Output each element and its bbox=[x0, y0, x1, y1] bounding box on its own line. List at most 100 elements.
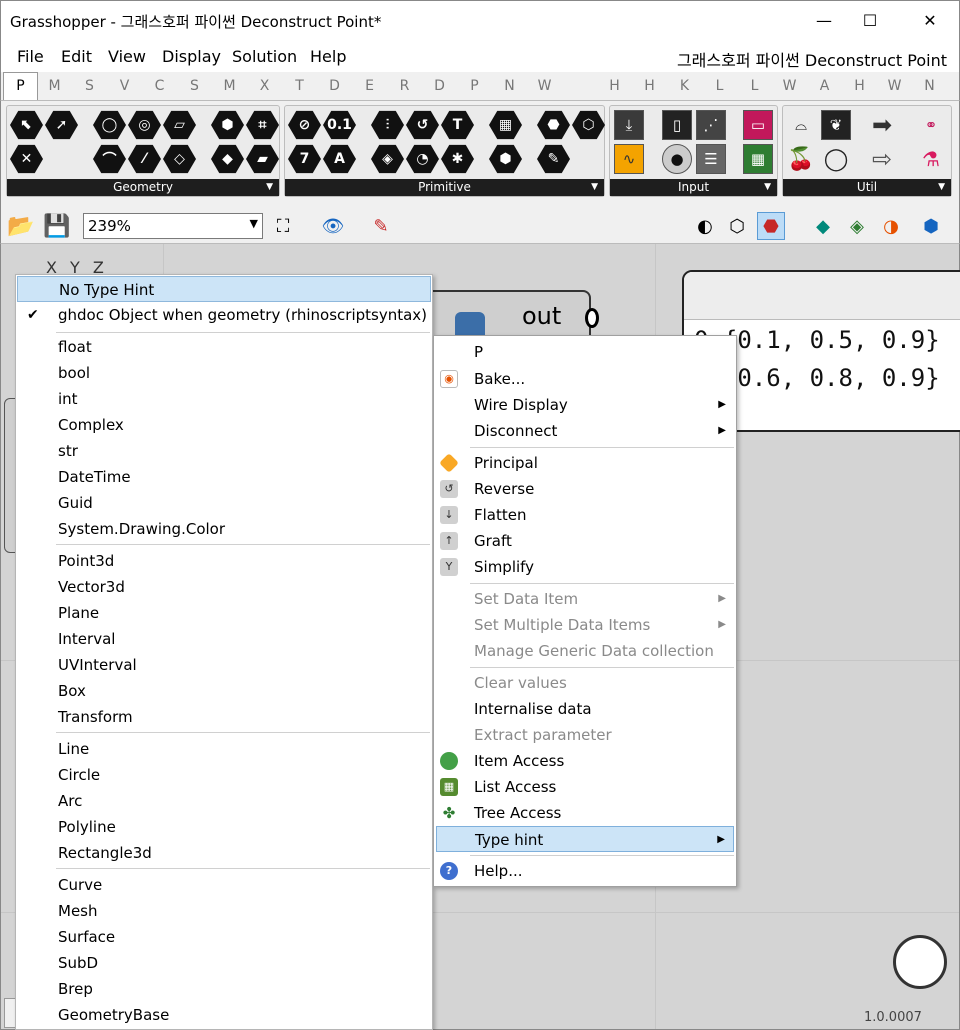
shader-icon[interactable]: ⬡ bbox=[572, 110, 605, 140]
type-hint-mesh[interactable]: Mesh bbox=[17, 898, 431, 924]
close-button[interactable]: ✕ bbox=[907, 1, 953, 39]
menu-item-item-access[interactable]: Item Access bbox=[436, 748, 734, 774]
menu-item-reverse[interactable]: ↺ Reverse bbox=[436, 476, 734, 502]
type-hint-geometrybase[interactable]: GeometryBase bbox=[17, 1002, 431, 1028]
tab-w2[interactable]: W bbox=[772, 78, 807, 94]
menu-item-disconnect[interactable]: Disconnect ▶ bbox=[436, 418, 734, 444]
preview-off-icon[interactable]: ◐ bbox=[691, 212, 719, 240]
tab-mesh[interactable]: M bbox=[212, 78, 247, 94]
type-hint-line[interactable]: Line bbox=[17, 736, 431, 762]
sphere-icon[interactable]: ⬢ bbox=[917, 212, 945, 240]
preview-eye-icon[interactable]: 👁 bbox=[319, 212, 347, 240]
glasses-icon[interactable]: ⌓ bbox=[786, 110, 816, 140]
tab-w[interactable]: W bbox=[527, 78, 562, 94]
mesh-icon[interactable]: ⌗ bbox=[246, 110, 279, 140]
tab-h2[interactable]: H bbox=[632, 78, 667, 94]
tab-vector[interactable]: V bbox=[107, 78, 142, 94]
tab-maths[interactable]: M bbox=[37, 78, 72, 94]
type-hint-polyline[interactable]: Polyline bbox=[17, 814, 431, 840]
point-icon[interactable]: ➚ bbox=[45, 110, 78, 140]
toggle-icon[interactable]: ▯ bbox=[662, 110, 692, 140]
type-hint-surface[interactable]: Surface bbox=[17, 924, 431, 950]
type-hint-vector3d[interactable]: Vector3d bbox=[17, 574, 431, 600]
zoom-extents-icon[interactable]: ⛶ bbox=[269, 212, 297, 240]
circle-icon[interactable]: ◯ bbox=[93, 110, 126, 140]
menu-help[interactable]: Help bbox=[310, 47, 346, 66]
geometry-pipeline-icon[interactable]: ⬢ bbox=[489, 144, 522, 174]
type-hint-arc[interactable]: Arc bbox=[17, 788, 431, 814]
button-icon[interactable]: ● bbox=[662, 144, 692, 174]
domain-icon[interactable]: ◈ bbox=[371, 144, 404, 174]
ring-icon[interactable]: ◯ bbox=[821, 144, 851, 174]
tab-k[interactable]: K bbox=[667, 78, 702, 94]
tab-sets[interactable]: S bbox=[72, 78, 107, 94]
field-icon[interactable]: ⬣ bbox=[537, 110, 570, 140]
type-hint-ghdoc[interactable]: ✔ ghdoc Object when geometry (rhinoscript… bbox=[17, 302, 431, 328]
tab-d[interactable]: D bbox=[422, 78, 457, 94]
brep-icon[interactable]: ◆ bbox=[211, 144, 244, 174]
box-icon[interactable]: ⬢ bbox=[211, 110, 244, 140]
type-hint-point3d[interactable]: Point3d bbox=[17, 548, 431, 574]
minimize-button[interactable]: — bbox=[801, 1, 847, 39]
data-icon[interactable]: ✱ bbox=[441, 144, 474, 174]
tab-e[interactable]: E bbox=[352, 78, 387, 94]
menu-item-flatten[interactable]: ↓ Flatten bbox=[436, 502, 734, 528]
tab-a[interactable]: A bbox=[807, 78, 842, 94]
type-hint-brep[interactable]: Brep bbox=[17, 976, 431, 1002]
menu-item-bake[interactable]: ◉ Bake... bbox=[436, 366, 734, 392]
green-shape-icon[interactable]: ◈ bbox=[843, 212, 871, 240]
transform-icon[interactable]: ✎ bbox=[537, 144, 570, 174]
tree-icon[interactable]: ❦ bbox=[821, 110, 851, 140]
menu-item-tree-access[interactable]: ✤ Tree Access bbox=[436, 800, 734, 826]
type-hint-transform[interactable]: Transform bbox=[17, 704, 431, 730]
rectangle-icon[interactable]: ▱ bbox=[163, 110, 196, 140]
type-hint-rectangle3d[interactable]: Rectangle3d bbox=[17, 840, 431, 866]
arrow-outline-icon[interactable]: ⇨ bbox=[867, 144, 897, 174]
sketch-pen-icon[interactable]: ✎ bbox=[367, 212, 395, 240]
type-hint-complex[interactable]: Complex bbox=[17, 412, 431, 438]
type-hint-interval[interactable]: Interval bbox=[17, 626, 431, 652]
line-icon[interactable]: ⁄ bbox=[128, 144, 161, 174]
plane-icon[interactable]: ◇ bbox=[163, 144, 196, 174]
arrow-right-icon[interactable]: ➡ bbox=[867, 110, 897, 140]
menu-item-graft[interactable]: ↑ Graft bbox=[436, 528, 734, 554]
menu-item-name[interactable]: P bbox=[436, 339, 734, 365]
solver-spinner-icon[interactable] bbox=[893, 935, 947, 989]
tab-curve[interactable]: C bbox=[142, 78, 177, 94]
curve-icon[interactable]: ⌒ bbox=[93, 144, 126, 174]
menu-item-internalise-data[interactable]: Internalise data bbox=[436, 696, 734, 722]
type-hint-none[interactable]: No Type Hint bbox=[17, 276, 431, 302]
integer-icon[interactable]: 7 bbox=[288, 144, 321, 174]
tab-n2[interactable]: N bbox=[912, 78, 947, 94]
expand-icon[interactable]: ▼ bbox=[938, 179, 945, 196]
menu-item-principal[interactable]: Principal bbox=[436, 450, 734, 476]
path-icon[interactable]: ↺ bbox=[406, 110, 439, 140]
expand-icon[interactable]: ▼ bbox=[266, 179, 273, 196]
type-hint-uvinterval[interactable]: UVInterval bbox=[17, 652, 431, 678]
surface-icon[interactable]: ▰ bbox=[246, 144, 279, 174]
menu-edit[interactable]: Edit bbox=[61, 47, 92, 66]
type-hint-guid[interactable]: Guid bbox=[17, 490, 431, 516]
time-icon[interactable]: ◔ bbox=[406, 144, 439, 174]
type-hint-color[interactable]: System.Drawing.Color bbox=[17, 516, 431, 542]
number-icon[interactable]: 0.1 bbox=[323, 110, 356, 140]
maximize-button[interactable]: ☐ bbox=[847, 1, 893, 39]
menu-file[interactable]: File bbox=[17, 47, 44, 66]
type-hint-plane[interactable]: Plane bbox=[17, 600, 431, 626]
swatch-icon[interactable]: ▭ bbox=[743, 110, 773, 140]
menu-display[interactable]: Display bbox=[162, 47, 221, 66]
expand-icon[interactable]: ▼ bbox=[591, 179, 598, 196]
tab-surface[interactable]: S bbox=[177, 78, 212, 94]
menu-solution[interactable]: Solution bbox=[232, 47, 297, 66]
tab-l1[interactable]: L bbox=[702, 78, 737, 94]
type-hint-bool[interactable]: bool bbox=[17, 360, 431, 386]
save-icon[interactable]: 💾 bbox=[43, 212, 71, 240]
vector-icon[interactable]: ⬉ bbox=[10, 110, 43, 140]
type-hint-int[interactable]: int bbox=[17, 386, 431, 412]
tab-w3[interactable]: W bbox=[877, 78, 912, 94]
menu-item-simplify[interactable]: Y Simplify bbox=[436, 554, 734, 580]
import-icon[interactable]: ⤓ bbox=[614, 110, 644, 140]
type-hint-str[interactable]: str bbox=[17, 438, 431, 464]
tab-intersect[interactable]: X bbox=[247, 78, 282, 94]
boolean-icon[interactable]: ⊘ bbox=[288, 110, 321, 140]
